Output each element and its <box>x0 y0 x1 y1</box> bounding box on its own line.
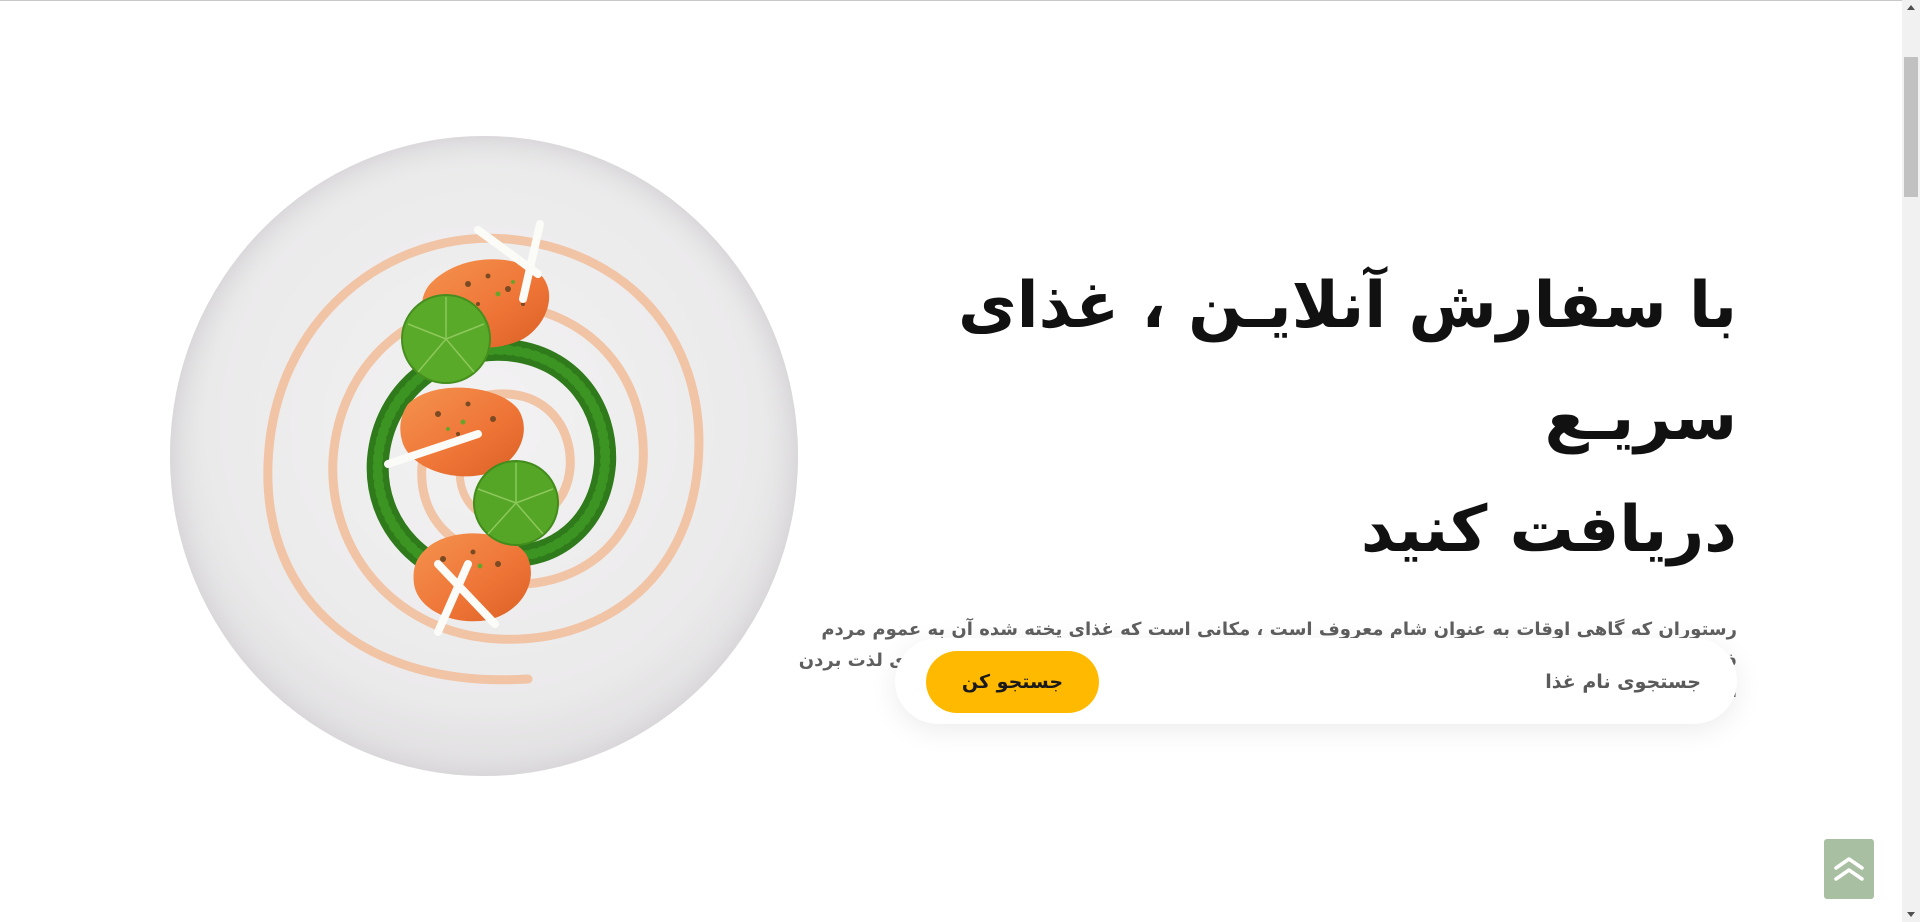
top-divider <box>0 0 1902 1</box>
food-search-input[interactable] <box>1219 638 1703 726</box>
food-search-bar: جستجو کن <box>895 638 1737 726</box>
vertical-scrollbar[interactable] <box>1902 0 1920 922</box>
landing-page: با سفارش آنلایـن ، غذای سریـع دریافت کنی… <box>0 0 1920 922</box>
search-button[interactable]: جستجو کن <box>926 651 1099 713</box>
hero-dish-image <box>168 134 800 779</box>
scroll-up-arrow-icon[interactable] <box>1907 5 1915 10</box>
hero-title-line-1: با سفارش آنلایـن ، غذای سریـع <box>957 269 1737 455</box>
hero-title: با سفارش آنلایـن ، غذای سریـع دریافت کنی… <box>797 250 1737 586</box>
double-chevron-up-icon <box>1834 857 1864 881</box>
scroll-down-arrow-icon[interactable] <box>1907 912 1915 917</box>
hero-title-line-2: دریافت کنید <box>1360 493 1737 567</box>
back-to-top-button[interactable] <box>1824 839 1874 899</box>
scrollbar-thumb[interactable] <box>1904 57 1918 197</box>
